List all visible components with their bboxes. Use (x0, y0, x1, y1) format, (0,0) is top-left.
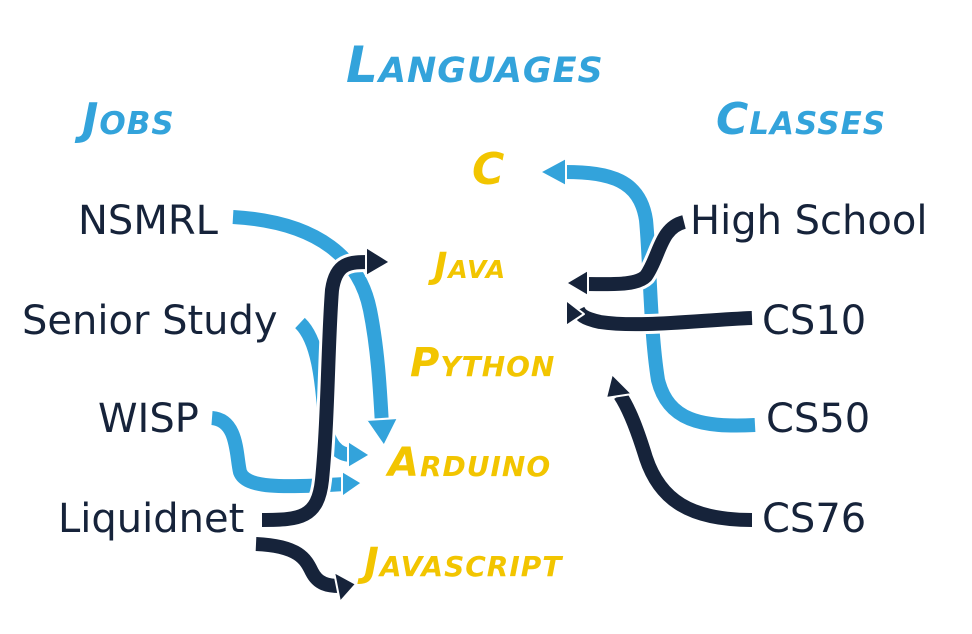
skills-diagram: Languages Jobs Classes C Java Python Ard… (0, 0, 972, 634)
language-javascript: Javascript (364, 540, 563, 586)
job-liquidnet: Liquidnet (58, 496, 245, 542)
class-cs76: CS76 (762, 496, 867, 542)
job-senior-study: Senior Study (22, 298, 278, 344)
arrow-liquidnet-javascript (255, 534, 357, 603)
job-wisp: WISP (98, 396, 199, 442)
heading-jobs: Jobs (82, 94, 175, 145)
heading-languages: Languages (346, 36, 604, 94)
language-c: C (472, 144, 506, 195)
class-high-school: High School (690, 198, 928, 244)
language-arduino: Arduino (388, 440, 552, 486)
language-java: Java (434, 246, 507, 287)
arrow-cs76-python (605, 373, 753, 530)
language-python: Python (410, 340, 556, 386)
class-cs50: CS50 (766, 396, 871, 442)
class-cs10: CS10 (762, 298, 867, 344)
arrow-highschool-java (565, 212, 688, 297)
job-nsmrl: NSMRL (78, 198, 218, 244)
heading-classes: Classes (716, 94, 887, 145)
